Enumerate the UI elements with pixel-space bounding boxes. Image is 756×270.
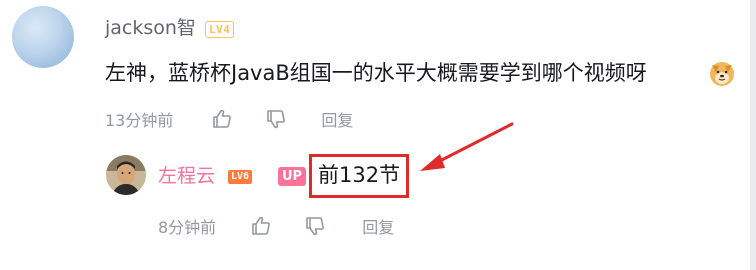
reply-author[interactable]: 左程云 bbox=[158, 164, 215, 188]
dog-face-icon bbox=[710, 62, 734, 86]
reply-actions: 8分钟前 回复 bbox=[158, 213, 394, 239]
level-badge: LV4 bbox=[205, 21, 235, 38]
comment-author[interactable]: jackson智 bbox=[105, 16, 196, 40]
up-badge: UP bbox=[278, 167, 307, 186]
level-badge: LV6 bbox=[228, 170, 253, 184]
avatar[interactable] bbox=[106, 155, 146, 195]
scrollbar-track[interactable] bbox=[750, 0, 756, 270]
reply-text: 前132节 bbox=[318, 163, 401, 187]
comment-time: 13分钟前 bbox=[105, 111, 174, 130]
avatar[interactable] bbox=[12, 6, 74, 68]
comment-text: 左神，蓝桥杯JavaB组国一的水平大概需要学到哪个视频呀 bbox=[105, 61, 647, 85]
reply-time: 8分钟前 bbox=[158, 218, 217, 237]
thumbs-up-icon[interactable] bbox=[250, 215, 272, 237]
reply-button[interactable]: 回复 bbox=[321, 107, 353, 131]
comment-thread: jackson智 LV4 左神，蓝桥杯JavaB组国一的水平大概需要学到哪个视频… bbox=[0, 0, 756, 270]
thumbs-down-icon[interactable] bbox=[304, 215, 326, 237]
reply-button[interactable]: 回复 bbox=[362, 214, 394, 238]
thumbs-down-icon[interactable] bbox=[265, 108, 287, 130]
thumbs-up-icon[interactable] bbox=[211, 108, 233, 130]
comment-actions: 13分钟前 回复 bbox=[105, 106, 353, 132]
